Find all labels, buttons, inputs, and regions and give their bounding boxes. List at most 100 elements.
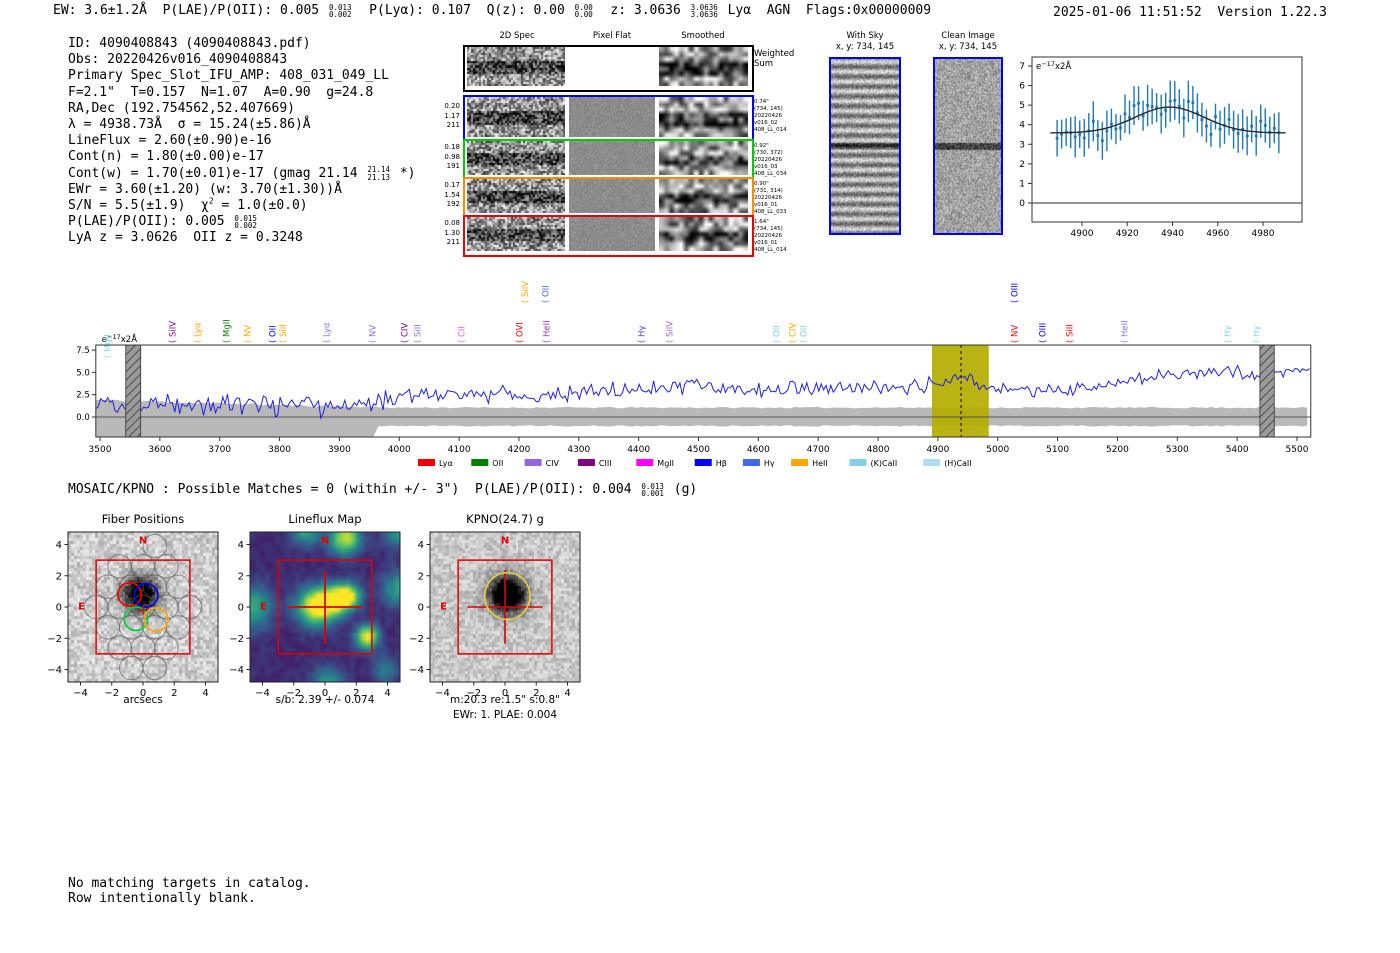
legend-label: Hγ xyxy=(764,459,775,468)
svg-text:5: 5 xyxy=(1019,101,1025,111)
fiber-circle xyxy=(165,615,191,640)
legend-label: OII xyxy=(492,459,503,468)
kpno-aperture-ellipse xyxy=(483,571,531,621)
svg-text:4960: 4960 xyxy=(1206,229,1229,239)
lineflux-east-label: E xyxy=(260,601,267,612)
svg-text:4600: 4600 xyxy=(747,445,770,455)
cutout-row-right-labels: 0.92" (730, 372) 20220426 v016_03 408_LL_034 xyxy=(754,143,787,177)
svg-text:0: 0 xyxy=(1019,199,1025,209)
svg-text:3: 3 xyxy=(1019,140,1025,150)
svg-text:4980: 4980 xyxy=(1252,229,1275,239)
emission-line-label: ( Lyα xyxy=(322,322,332,343)
svg-text:4900: 4900 xyxy=(926,445,949,455)
emission-line-label: ( SiII xyxy=(1066,324,1076,343)
svg-text:2: 2 xyxy=(418,571,424,582)
legend-label: Hβ xyxy=(716,459,727,468)
cutout-row-right-labels: Weighted Sum xyxy=(754,49,795,69)
emission-line-label: ( SiIV xyxy=(521,281,531,303)
fiber-circle xyxy=(130,635,156,660)
svg-text:−4: −4 xyxy=(229,665,244,676)
kpno-east-label: E xyxy=(440,601,447,612)
cutout-pixelflat-image xyxy=(569,141,655,175)
col-header-2dspec: 2D Spec xyxy=(499,31,535,41)
cutout-row xyxy=(463,215,754,257)
svg-text:4900: 4900 xyxy=(1071,229,1094,239)
legend-swatch xyxy=(742,459,760,467)
legend-swatch xyxy=(694,459,712,467)
svg-text:5000: 5000 xyxy=(986,445,1009,455)
emission-line-label: ( CII xyxy=(458,326,468,343)
svg-text:4100: 4100 xyxy=(448,445,471,455)
legend-label: Lyα xyxy=(439,459,453,468)
cutout-smoothed-image xyxy=(659,217,748,251)
report-datetime: 2025-01-06 11:51:52 xyxy=(1053,5,1202,20)
fiber-circle xyxy=(154,635,179,660)
info-line: Cont(n) = 1.80(±0.00)e-17 xyxy=(68,149,264,165)
emission-line-label: ( OVI xyxy=(516,322,526,343)
fiber-circle xyxy=(95,574,121,599)
info-line: ID: 4090408843 (4090408843.pdf) xyxy=(68,36,311,51)
cutout-row xyxy=(463,45,754,92)
legend-swatch xyxy=(636,459,654,467)
svg-text:4700: 4700 xyxy=(807,445,830,455)
info-line: EWr = 3.60(±1.20) (w: 3.70(±1.30))Å xyxy=(68,181,342,197)
svg-text:−4: −4 xyxy=(409,665,424,676)
cutout-2dspec-image xyxy=(467,179,565,213)
mosaic-match-line: MOSAIC/KPNO : Possible Matches = 0 (with… xyxy=(68,481,698,498)
kpno-north-label: N xyxy=(501,536,509,547)
catalog-note-line-1: No matching targets in catalog. xyxy=(68,876,311,891)
catalog-note-line-2: Row intentionally blank. xyxy=(68,891,256,906)
cutout-smoothed-image xyxy=(659,47,748,86)
fiber-circle xyxy=(119,655,144,681)
svg-text:e−17x2Å: e−17x2Å xyxy=(1036,60,1071,72)
legend-label: CIII xyxy=(599,459,612,468)
info-line: Cont(w) = 1.70(±0.01)e-17 (gmag 21.14 21… xyxy=(68,165,416,182)
svg-text:4940: 4940 xyxy=(1161,229,1184,239)
fiber-circle xyxy=(165,574,191,599)
svg-text:3800: 3800 xyxy=(268,445,291,455)
legend-swatch xyxy=(577,459,595,467)
svg-text:0: 0 xyxy=(418,603,424,614)
emission-line-label: ( CIV xyxy=(401,323,411,343)
cutout-smoothed-image xyxy=(659,141,748,175)
cutout-row-right-labels: 0.74" (734, 145) 20220426 v016_02 408_LL_014 xyxy=(754,99,787,133)
cutout-pixelflat-image xyxy=(569,217,655,251)
cutout-row xyxy=(463,95,754,143)
info-line: Obs: 20220426v016_4090408843 xyxy=(68,52,288,68)
cutout-pixelflat-image xyxy=(569,179,655,213)
info-line: LineFlux = 2.60(±0.90)e-16 xyxy=(68,133,272,149)
svg-text:4: 4 xyxy=(238,540,244,551)
svg-text:5.0: 5.0 xyxy=(76,368,90,378)
fiber-circle xyxy=(154,554,179,579)
fiber-circle xyxy=(107,554,132,579)
lineflux-north-label: N xyxy=(321,536,329,547)
cutout-row-left-labels: 0.08 1.30 211 xyxy=(444,219,460,246)
header-timestamp-version: 2025-01-06 11:51:52 Version 1.22.3 xyxy=(1053,5,1327,20)
svg-text:5500: 5500 xyxy=(1286,445,1309,455)
svg-text:−4: −4 xyxy=(47,665,62,676)
emission-line-label: ( Hγ xyxy=(1252,326,1262,343)
emission-line-label: ( OII xyxy=(772,325,782,343)
svg-text:4000: 4000 xyxy=(388,445,411,455)
svg-text:4200: 4200 xyxy=(507,445,530,455)
cutout-row xyxy=(463,177,754,219)
emission-line-label: ( SiIV xyxy=(169,321,179,343)
cutout-row-right-labels: 0.90" (731, 314) 20220426 v016_01 408_LL_033 xyxy=(754,181,787,215)
legend-label: (H)CaII xyxy=(944,459,971,468)
info-line: F=2.1" T=0.157 N=1.07 A=0.90 g=24.8 xyxy=(68,84,374,100)
info-line: λ = 4938.73Å σ = 15.24(±5.86)Å xyxy=(68,117,311,132)
svg-text:2.5: 2.5 xyxy=(76,391,90,401)
legend-swatch xyxy=(791,459,809,467)
clean-image-coords: x, y: 734, 145 xyxy=(938,42,998,52)
emission-line-label: ( HeII xyxy=(1121,320,1131,343)
svg-text:4920: 4920 xyxy=(1116,229,1139,239)
info-line: P(LAE)/P(OII): 0.005 0.015 0.002 xyxy=(68,213,257,231)
legend-swatch xyxy=(524,459,542,467)
svg-text:3500: 3500 xyxy=(89,445,112,455)
cutout-row-left-labels: 0.18 0.98 191 xyxy=(444,143,460,170)
svg-text:5100: 5100 xyxy=(1046,445,1069,455)
with-sky-title: With Sky xyxy=(846,31,884,41)
full-spectrum-plot: 3500 3600 3700 3800 3900 4000 4100 4200 4300 4400… xyxy=(76,281,1312,468)
legend-swatch xyxy=(471,459,489,467)
svg-text:3900: 3900 xyxy=(328,445,351,455)
